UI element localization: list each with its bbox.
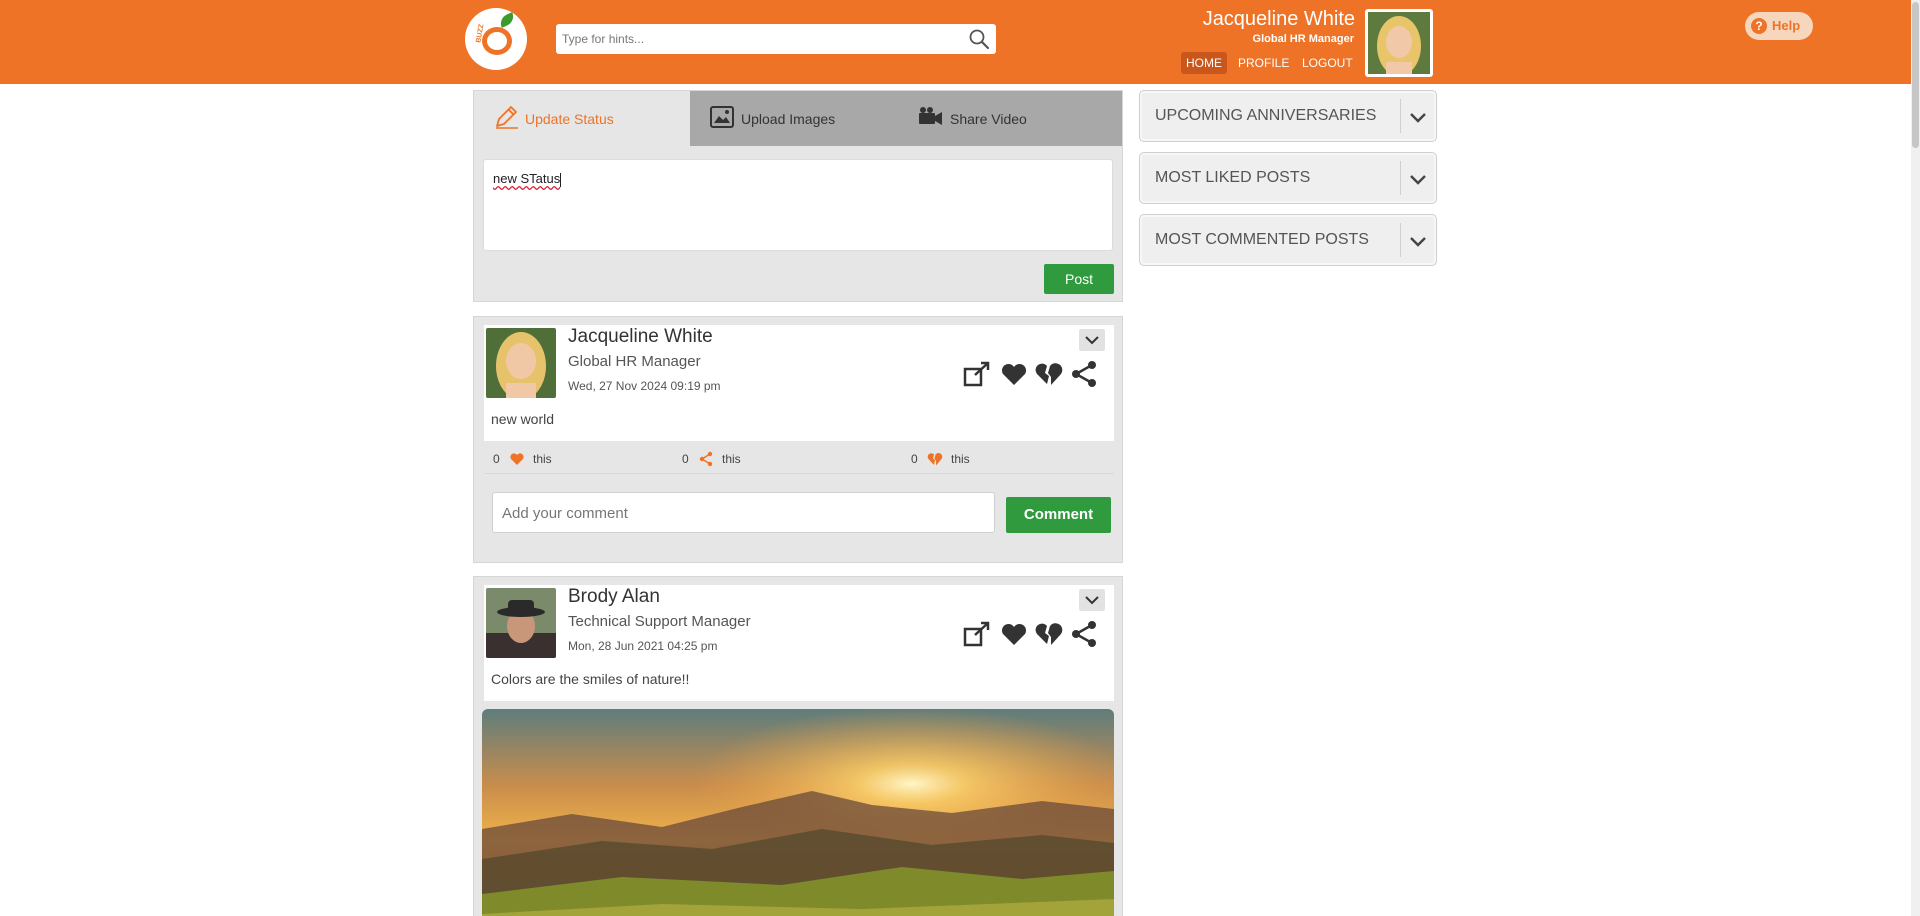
tab-update-status[interactable]: Update Status bbox=[474, 91, 690, 146]
widget-title: MOST COMMENTED POSTS bbox=[1155, 231, 1369, 248]
hint-search-box[interactable] bbox=[556, 24, 996, 54]
nav-profile[interactable]: PROFILE bbox=[1233, 52, 1294, 74]
dislikes-stat[interactable]: 0 this bbox=[911, 451, 981, 467]
chevron-down-icon[interactable] bbox=[1406, 105, 1430, 129]
nav-home[interactable]: HOME bbox=[1181, 52, 1227, 74]
tab-update-status-label: Update Status bbox=[525, 111, 614, 127]
post-stats-bar: 0 this 0 this 0 this bbox=[484, 440, 1114, 474]
share-icon bbox=[699, 451, 713, 467]
help-question-icon: ? bbox=[1751, 18, 1767, 34]
pencil-icon bbox=[496, 106, 518, 129]
likes-stat[interactable]: 0 this bbox=[493, 451, 563, 467]
current-user-name: Jacqueline White bbox=[1202, 8, 1355, 30]
share-icon[interactable] bbox=[1069, 359, 1099, 389]
status-composer: Update Status Upload Images Share Video … bbox=[473, 90, 1123, 302]
shares-suffix: this bbox=[722, 452, 741, 466]
post-author-name[interactable]: Jacqueline White bbox=[568, 326, 713, 348]
widget-upcoming-anniversaries[interactable]: UPCOMING ANNIVERSARIES bbox=[1139, 90, 1437, 142]
chevron-down-icon[interactable] bbox=[1406, 167, 1430, 191]
dislikes-count: 0 bbox=[911, 452, 918, 466]
search-input[interactable] bbox=[562, 28, 952, 50]
likes-count: 0 bbox=[493, 452, 500, 466]
post-text: Colors are the smiles of nature!! bbox=[491, 671, 690, 687]
post-author-role: Technical Support Manager bbox=[568, 613, 751, 630]
current-user-role: Global HR Manager bbox=[1252, 33, 1354, 45]
search-icon[interactable] bbox=[968, 28, 990, 50]
image-icon bbox=[710, 106, 734, 128]
chevron-down-icon[interactable] bbox=[1406, 229, 1430, 253]
widget-title: UPCOMING ANNIVERSARIES bbox=[1155, 107, 1377, 124]
avatar-portrait bbox=[1368, 12, 1430, 74]
post-body: Jacqueline White Global HR Manager Wed, … bbox=[484, 325, 1114, 441]
status-text-value: new STatus bbox=[493, 171, 562, 187]
widget-divider bbox=[1400, 99, 1401, 133]
widget-title: MOST LIKED POSTS bbox=[1155, 169, 1311, 186]
comment-field[interactable] bbox=[492, 492, 995, 533]
author-portrait bbox=[486, 588, 556, 658]
nav-logout[interactable]: LOGOUT bbox=[1297, 52, 1358, 74]
post-options-button[interactable] bbox=[1079, 589, 1105, 611]
post-text: new world bbox=[491, 411, 555, 427]
shares-count: 0 bbox=[682, 452, 689, 466]
comment-input[interactable] bbox=[502, 503, 982, 523]
widget-divider bbox=[1400, 223, 1401, 257]
dislikes-suffix: this bbox=[951, 452, 970, 466]
broken-heart-icon[interactable] bbox=[1034, 359, 1064, 389]
heart-icon[interactable] bbox=[999, 359, 1029, 389]
video-camera-icon bbox=[919, 107, 942, 125]
tab-upload-images-label: Upload Images bbox=[741, 111, 836, 127]
tab-share-video-label: Share Video bbox=[950, 111, 1027, 127]
logo-fruit-shape bbox=[482, 27, 512, 55]
share-out-icon[interactable] bbox=[962, 359, 992, 389]
logo-leaf-shape bbox=[497, 12, 517, 28]
post-card: Jacqueline White Global HR Manager Wed, … bbox=[473, 316, 1123, 563]
post-author-avatar[interactable] bbox=[486, 328, 556, 398]
widget-most-liked-posts[interactable]: MOST LIKED POSTS bbox=[1139, 152, 1437, 204]
heart-icon[interactable] bbox=[999, 619, 1029, 649]
post-image[interactable] bbox=[482, 709, 1114, 916]
post-date: Wed, 27 Nov 2024 09:19 pm bbox=[568, 379, 721, 393]
post-author-role: Global HR Manager bbox=[568, 353, 701, 370]
help-button[interactable]: ? Help bbox=[1745, 12, 1813, 40]
help-label: Help bbox=[1772, 18, 1801, 33]
tab-share-video[interactable]: Share Video bbox=[906, 91, 1122, 146]
status-textarea[interactable]: new STatus bbox=[483, 159, 1113, 251]
post-author-avatar[interactable] bbox=[486, 588, 556, 658]
post-options-button[interactable] bbox=[1079, 329, 1105, 351]
broken-heart-icon bbox=[927, 453, 943, 466]
status-text: new STatus bbox=[493, 171, 561, 186]
text-caret bbox=[560, 172, 562, 187]
shares-stat[interactable]: 0 this bbox=[682, 451, 752, 467]
comment-button[interactable]: Comment bbox=[1006, 497, 1111, 533]
likes-suffix: this bbox=[533, 452, 552, 466]
tab-upload-images[interactable]: Upload Images bbox=[690, 91, 906, 146]
post-body: Brody Alan Technical Support Manager Mon… bbox=[484, 585, 1114, 701]
widget-divider bbox=[1400, 161, 1401, 195]
widget-most-commented-posts[interactable]: MOST COMMENTED POSTS bbox=[1139, 214, 1437, 266]
current-user-avatar[interactable] bbox=[1365, 9, 1433, 77]
broken-heart-icon[interactable] bbox=[1034, 619, 1064, 649]
page-scrollbar-thumb[interactable] bbox=[1912, 2, 1919, 148]
post-button[interactable]: Post bbox=[1044, 264, 1114, 294]
post-author-name[interactable]: Brody Alan bbox=[568, 586, 660, 608]
chevron-down-icon bbox=[1085, 596, 1099, 605]
share-out-icon[interactable] bbox=[962, 619, 992, 649]
chevron-down-icon bbox=[1085, 336, 1099, 345]
author-portrait bbox=[486, 328, 556, 398]
share-icon[interactable] bbox=[1069, 619, 1099, 649]
post-date: Mon, 28 Jun 2021 04:25 pm bbox=[568, 639, 718, 653]
app-logo[interactable]: BUZZ bbox=[465, 8, 527, 70]
sunset-landscape-image bbox=[482, 709, 1114, 916]
post-card: Brody Alan Technical Support Manager Mon… bbox=[473, 576, 1123, 916]
heart-icon bbox=[510, 453, 524, 465]
